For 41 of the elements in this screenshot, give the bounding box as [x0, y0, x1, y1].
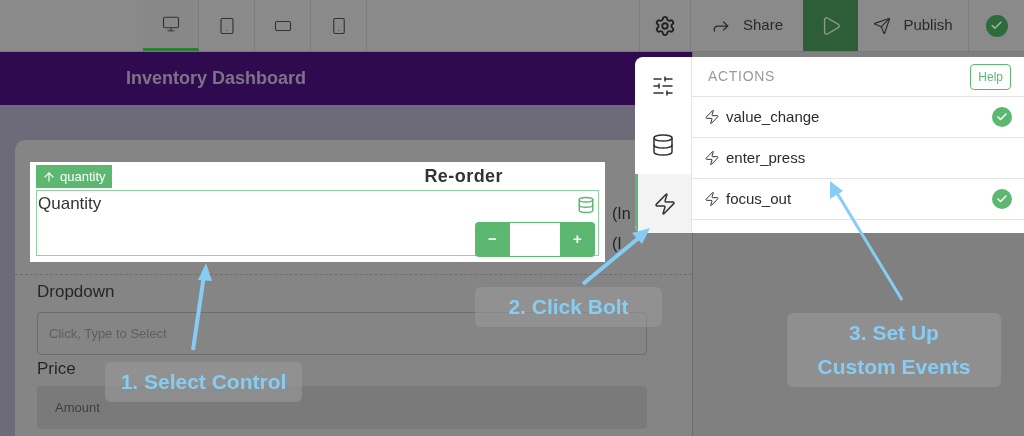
callout-label: 1. Select Control [105, 362, 302, 402]
bolt-icon [704, 191, 720, 207]
selected-control[interactable]: quantity Re-order Quantity − + [30, 162, 605, 262]
quantity-stepper[interactable]: − + [475, 221, 595, 257]
publish-button[interactable]: Publish [858, 0, 968, 51]
play-button[interactable] [803, 0, 858, 51]
callout-arrow [581, 228, 650, 286]
help-button[interactable]: Help [970, 63, 1011, 90]
paper-plane-icon [873, 16, 892, 35]
header-title: Inventory Dashboard [126, 67, 307, 90]
side-label: (In [612, 204, 631, 224]
price-label: Price [37, 357, 76, 380]
device-tab[interactable] [143, 0, 199, 51]
section-title: Re-order [424, 165, 503, 188]
quantity-input[interactable] [510, 222, 560, 256]
action-name: enter_press [726, 147, 807, 168]
dropdown-label: Dropdown [37, 281, 115, 303]
action-name: focus_out [726, 188, 793, 209]
callout-label: 3. Set Up Custom Events [787, 313, 1001, 387]
callout-label: 2. Click Bolt [475, 287, 662, 327]
action-name: value_change [726, 106, 821, 127]
status-check-icon [985, 14, 1008, 37]
database-icon [577, 195, 595, 214]
bolt-icon [704, 150, 720, 166]
bolt-icon [704, 109, 720, 125]
database-icon [651, 133, 675, 157]
increment-button[interactable]: + [560, 221, 595, 257]
action-row[interactable]: value_change [692, 97, 1024, 138]
desktop-icon [161, 15, 180, 33]
side-label: (I [612, 234, 623, 254]
bolt-icon [652, 191, 677, 216]
actions-heading: ACTIONS [708, 67, 776, 86]
control-tag[interactable]: quantity [36, 165, 112, 188]
sliders-icon [651, 74, 675, 99]
panel-tab[interactable] [635, 174, 691, 233]
quantity-label: Quantity [38, 193, 102, 215]
arrow-up-icon [42, 169, 56, 184]
tablet-icon [217, 16, 236, 35]
settings-icon [654, 14, 676, 37]
decrement-button[interactable]: − [475, 221, 510, 257]
action-row[interactable]: enter_press [692, 138, 1024, 179]
